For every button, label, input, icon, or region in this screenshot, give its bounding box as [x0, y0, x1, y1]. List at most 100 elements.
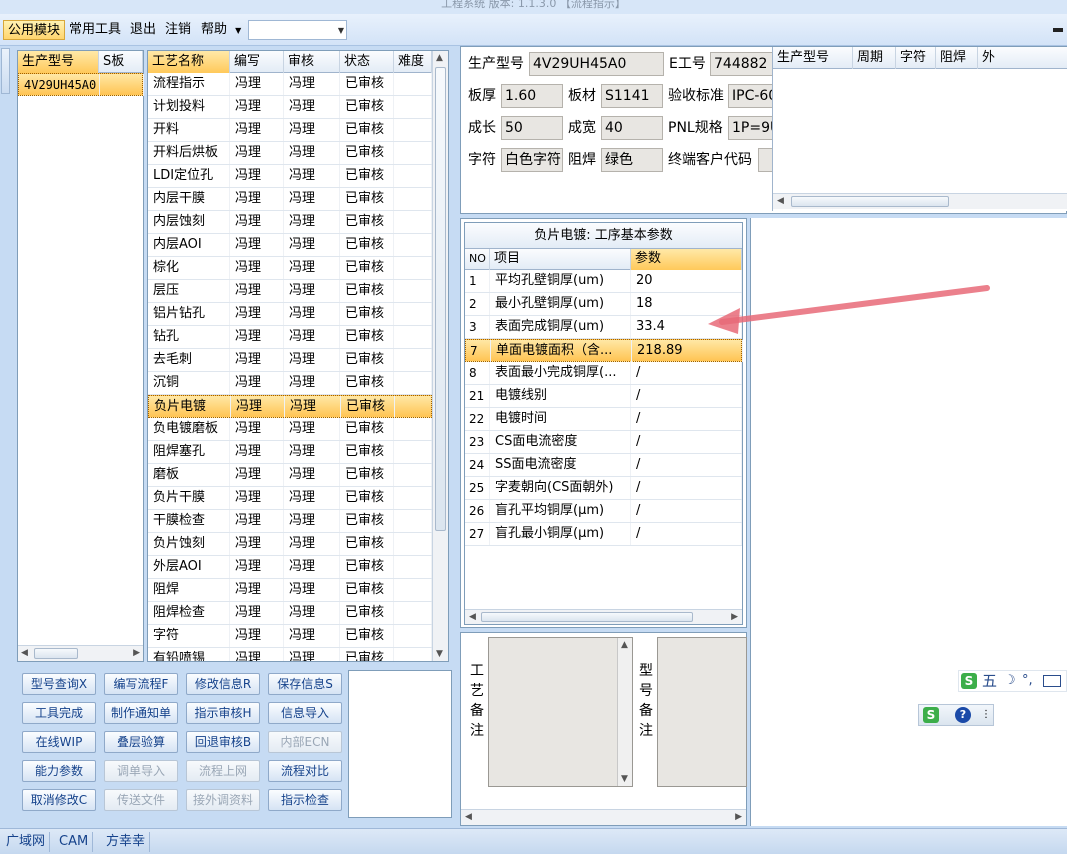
scroll-up-icon[interactable]: ▲ [436, 53, 443, 63]
action-button-1[interactable]: 编写流程F [104, 673, 178, 695]
action-button-19[interactable]: 指示检查 [268, 789, 342, 811]
scroll-down-icon[interactable]: ▼ [436, 649, 443, 659]
param-row[interactable]: 27 盲孔最小铜厚(μm) / [465, 523, 742, 546]
action-button-0[interactable]: 型号查询X [22, 673, 96, 695]
char-field[interactable]: 白色字符 [501, 148, 563, 172]
ime-menu-icon[interactable]: ⋮ [981, 705, 991, 725]
process-row[interactable]: 内层蚀刻 冯理 冯理 已审核 [148, 211, 432, 234]
column-header-mask[interactable]: 阻焊 [936, 47, 978, 69]
action-button-10[interactable]: 回退审核B [186, 731, 260, 753]
scroll-right-icon[interactable]: ▶ [735, 812, 742, 822]
process-row[interactable]: 流程指示 冯理 冯理 已审核 [148, 73, 432, 96]
column-header-process-name[interactable]: 工艺名称 [148, 51, 230, 73]
process-row[interactable]: 阻焊塞孔 冯理 冯理 已审核 [148, 441, 432, 464]
menu-exit[interactable]: 退出 [126, 20, 160, 40]
notes-hscroll[interactable]: ◀ ▶ [461, 809, 746, 825]
restore-icon[interactable] [1053, 28, 1063, 32]
action-button-9[interactable]: 叠层验算 [104, 731, 178, 753]
param-row[interactable]: 22 电镀时间 / [465, 408, 742, 431]
action-button-3[interactable]: 保存信息S [268, 673, 342, 695]
action-button-12[interactable]: 能力参数 [22, 760, 96, 782]
sogou-icon[interactable]: S [961, 673, 977, 689]
model-list-hscroll[interactable]: ◀ ▶ [18, 645, 143, 661]
param-row[interactable]: 7 单面电镀面积（含... 218.89 [465, 339, 743, 362]
scroll-down-icon[interactable]: ▼ [621, 774, 628, 784]
action-button-13[interactable]: 调单导入 [104, 760, 178, 782]
process-row[interactable]: 计划投料 冯理 冯理 已审核 [148, 96, 432, 119]
width-field[interactable]: 40 [601, 116, 663, 140]
process-row[interactable]: 字符 冯理 冯理 已审核 [148, 625, 432, 648]
column-header-difficulty[interactable]: 难度 [394, 51, 432, 73]
action-button-14[interactable]: 流程上网 [186, 760, 260, 782]
process-row[interactable]: 铝片钻孔 冯理 冯理 已审核 [148, 303, 432, 326]
menu-public-module[interactable]: 公用模块 [3, 20, 66, 40]
thickness-field[interactable]: 1.60 [501, 84, 563, 108]
process-row[interactable]: 磨板 冯理 冯理 已审核 [148, 464, 432, 487]
process-list-vscroll[interactable]: ▲ ▼ [432, 51, 448, 661]
moon-icon[interactable]: ☽ [1004, 671, 1016, 691]
column-header-period[interactable]: 周期 [853, 47, 896, 69]
scroll-left-icon[interactable]: ◀ [21, 648, 28, 658]
scroll-right-icon[interactable]: ▶ [133, 648, 140, 658]
process-row[interactable]: 阻焊检查 冯理 冯理 已审核 [148, 602, 432, 625]
module-combo[interactable]: ▼ [248, 20, 347, 40]
process-row[interactable]: 有铅喷锡 冯理 冯理 已审核 [148, 648, 432, 661]
process-row[interactable]: LDI定位孔 冯理 冯理 已审核 [148, 165, 432, 188]
action-button-7[interactable]: 信息导入 [268, 702, 342, 724]
scroll-thumb[interactable] [791, 196, 949, 207]
model-row[interactable]: 4V29UH45A0 [18, 73, 144, 96]
action-button-6[interactable]: 指示审核H [186, 702, 260, 724]
sogou-icon[interactable]: S [923, 707, 939, 723]
menu-logout[interactable]: 注销 [161, 20, 195, 40]
pnl-field[interactable]: 1P=9U [728, 116, 773, 140]
column-header-outer[interactable]: 外 [978, 47, 1067, 69]
column-header-no[interactable]: NO [465, 249, 490, 270]
menu-help[interactable]: 帮助 ▼ [197, 20, 245, 40]
process-row[interactable]: 开料 冯理 冯理 已审核 [148, 119, 432, 142]
standard-field[interactable]: IPC-60 [728, 84, 773, 108]
param-row[interactable]: 8 表面最小完成铜厚(... / [465, 362, 742, 385]
column-header-related-model[interactable]: 生产型号 [773, 47, 853, 69]
scroll-thumb[interactable] [435, 67, 446, 531]
process-row[interactable]: 内层AOI 冯理 冯理 已审核 [148, 234, 432, 257]
scroll-left-icon[interactable]: ◀ [465, 812, 472, 822]
action-button-5[interactable]: 制作通知单 [104, 702, 178, 724]
material-field[interactable]: S1141 [601, 84, 663, 108]
param-row[interactable]: 24 SS面电流密度 / [465, 454, 742, 477]
process-row[interactable]: 外层AOI 冯理 冯理 已审核 [148, 556, 432, 579]
column-header-author[interactable]: 编写 [230, 51, 284, 73]
scroll-thumb[interactable] [34, 648, 78, 659]
params-hscroll[interactable]: ◀ ▶ [465, 609, 742, 624]
process-row[interactable]: 负电镀磨板 冯理 冯理 已审核 [148, 418, 432, 441]
process-row[interactable]: 负片干膜 冯理 冯理 已审核 [148, 487, 432, 510]
keyboard-icon[interactable] [1043, 675, 1061, 687]
param-row[interactable]: 23 CS面电流密度 / [465, 431, 742, 454]
action-button-4[interactable]: 工具完成 [22, 702, 96, 724]
mask-field[interactable]: 绿色 [601, 148, 663, 172]
scroll-right-icon[interactable]: ▶ [731, 612, 738, 622]
column-header-reviewer[interactable]: 审核 [284, 51, 340, 73]
process-row[interactable]: 棕化 冯理 冯理 已审核 [148, 257, 432, 280]
column-header-char[interactable]: 字符 [896, 47, 936, 69]
wubi-label[interactable]: 五 [982, 671, 997, 691]
column-header-model[interactable]: 生产型号 [18, 51, 99, 73]
action-button-8[interactable]: 在线WIP [22, 731, 96, 753]
process-row[interactable]: 阻焊 冯理 冯理 已审核 [148, 579, 432, 602]
column-header-s-board[interactable]: S板 [99, 51, 143, 73]
column-header-status[interactable]: 状态 [340, 51, 394, 73]
model-notes-textarea[interactable] [657, 637, 747, 787]
action-button-17[interactable]: 传送文件 [104, 789, 178, 811]
action-button-2[interactable]: 修改信息R [186, 673, 260, 695]
menu-common-tools[interactable]: 常用工具 [65, 20, 125, 40]
scroll-left-icon[interactable]: ◀ [777, 196, 784, 206]
process-row[interactable]: 开料后烘板 冯理 冯理 已审核 [148, 142, 432, 165]
collapse-handle[interactable] [1, 48, 10, 94]
customer-field[interactable] [758, 148, 773, 172]
process-row[interactable]: 干膜检查 冯理 冯理 已审核 [148, 510, 432, 533]
param-row[interactable]: 25 字麦朝向(CS面朝外) / [465, 477, 742, 500]
process-row[interactable]: 沉铜 冯理 冯理 已审核 [148, 372, 432, 395]
help-icon[interactable]: ? [955, 707, 971, 723]
model-field[interactable]: 4V29UH45A0 [529, 52, 664, 76]
param-row[interactable]: 21 电镀线别 / [465, 385, 742, 408]
process-row[interactable]: 钻孔 冯理 冯理 已审核 [148, 326, 432, 349]
